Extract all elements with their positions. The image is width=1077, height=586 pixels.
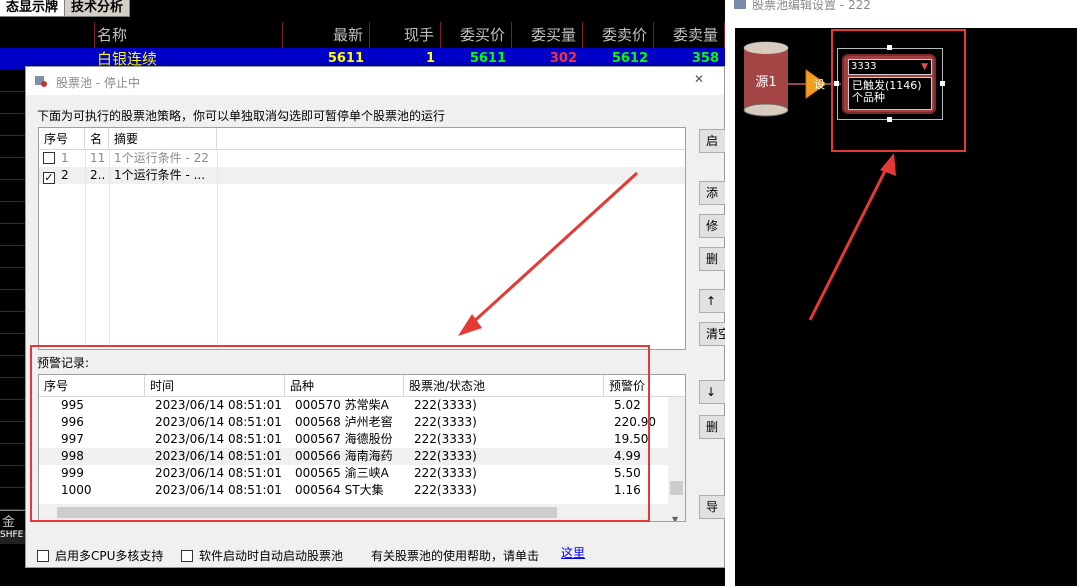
- strategy-list-header: 序号 名 摘要: [39, 128, 685, 150]
- header-bid-volume[interactable]: 委买量: [512, 22, 583, 48]
- auto-start-checkbox[interactable]: [181, 550, 193, 562]
- strategy-summary: 1个运行条件 - ...: [114, 168, 206, 182]
- dialog-titlebar[interactable]: 股票池 - 停止中 ✕: [26, 67, 724, 95]
- strategy-no: 2: [61, 168, 69, 182]
- annotation-box-alerts: [30, 345, 650, 522]
- strategy-col-summary[interactable]: 摘要: [109, 128, 217, 150]
- strategy-list[interactable]: 序号 名 摘要 1 11 1个运行条件 - 22 ✓ 2 2.. 1个运行条件 -…: [38, 127, 686, 350]
- dialog-description: 下面为可执行的股票池策略，你可以单独取消勾选即可暂停单个股票池的运行: [37, 109, 446, 123]
- editor-title: 股票池编辑设置 - 222: [752, 0, 871, 12]
- dialog-title: 股票池 - 停止中: [56, 76, 140, 90]
- board-bottom-label[interactable]: 金: [0, 510, 26, 530]
- strategy-checkbox[interactable]: [43, 152, 55, 164]
- scroll-down-icon[interactable]: ▼: [672, 515, 678, 521]
- tab-technical-analysis[interactable]: 技术分析: [65, 0, 131, 17]
- board-grid: [0, 70, 28, 510]
- strategy-name: 11: [90, 151, 106, 165]
- header-ask[interactable]: 委卖价: [583, 22, 654, 48]
- strategy-no: 1: [61, 151, 69, 165]
- board-header: 名称 最新 现手 委买价 委买量 委卖价 委卖量: [0, 22, 735, 48]
- header-bid[interactable]: 委买价: [441, 22, 512, 48]
- editor-icon: [734, 0, 746, 9]
- header-ask-volume[interactable]: 委卖量: [654, 22, 725, 48]
- auto-start-option[interactable]: 软件启动时自动启动股票池: [181, 547, 343, 564]
- header-volume[interactable]: 现手: [370, 22, 441, 48]
- header-name[interactable]: 名称: [95, 22, 283, 48]
- pool-icon: [34, 74, 48, 88]
- vertical-scrollbar[interactable]: ▼: [668, 397, 685, 521]
- multi-cpu-label: 启用多CPU多核支持: [55, 549, 164, 563]
- vertical-scroll-thumb[interactable]: [670, 481, 683, 495]
- header-spacer: [0, 22, 95, 48]
- strategy-row[interactable]: 1 11 1个运行条件 - 22: [39, 150, 685, 167]
- multi-cpu-option[interactable]: 启用多CPU多核支持: [37, 547, 163, 564]
- editor-titlebar[interactable]: 股票池编辑设置 - 222: [725, 0, 1077, 28]
- close-icon[interactable]: ✕: [694, 73, 706, 85]
- help-link[interactable]: 这里: [561, 544, 585, 561]
- help-text: 有关股票池的使用帮助，请单击: [371, 549, 540, 563]
- board-tabs: 态显示牌 技术分析: [0, 0, 131, 17]
- multi-cpu-checkbox[interactable]: [37, 550, 49, 562]
- strategy-checkbox-checked[interactable]: ✓: [43, 172, 55, 184]
- source-label[interactable]: 源1: [743, 71, 789, 90]
- strategy-name: 2..: [90, 168, 106, 182]
- board-exchange-label: SHFE: [0, 530, 26, 544]
- strategy-row[interactable]: ✓ 2 2.. 1个运行条件 - ...: [39, 167, 685, 184]
- strategy-col-no[interactable]: 序号: [39, 128, 85, 150]
- header-last[interactable]: 最新: [283, 22, 370, 48]
- strategy-summary: 1个运行条件 - 22: [114, 151, 209, 165]
- strategy-col-name[interactable]: 名: [85, 128, 109, 150]
- auto-start-label: 软件启动时自动启动股票池: [199, 549, 344, 563]
- tab-status-board[interactable]: 态显示牌: [0, 0, 66, 17]
- trigger-label[interactable]: 设: [814, 76, 825, 92]
- annotation-box-editor: [831, 29, 966, 152]
